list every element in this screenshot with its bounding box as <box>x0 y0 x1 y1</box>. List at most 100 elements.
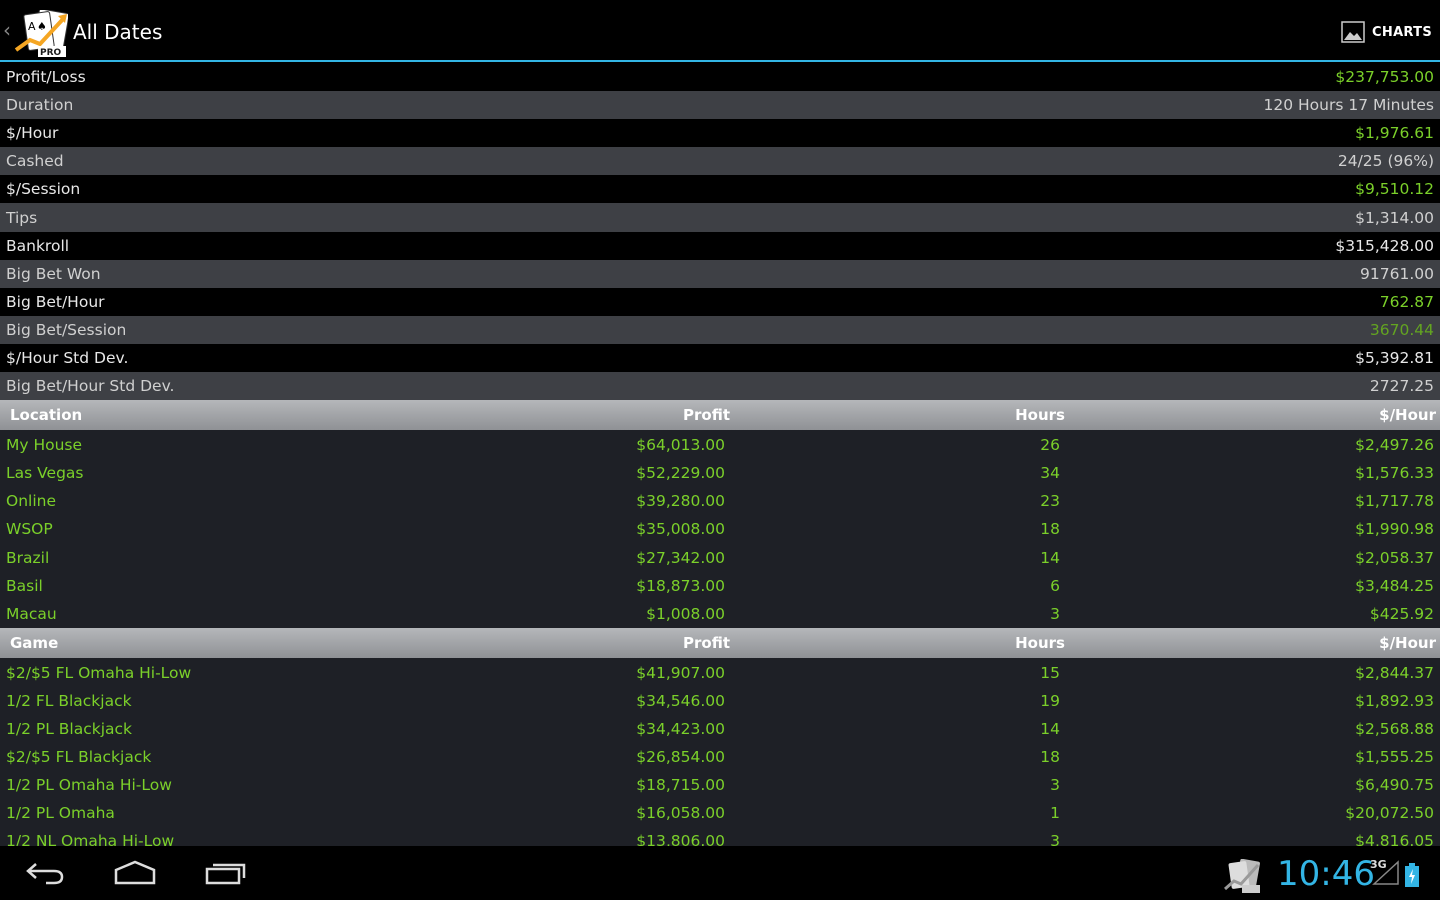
table-row[interactable]: $2/$5 FL Blackjack $26,854.00 18 $1,555.25 <box>0 743 1440 771</box>
app-logo-icon[interactable]: A ♠ PRO <box>14 10 68 58</box>
game-hours: 18 <box>1040 748 1060 767</box>
game-dollar-hour: $2,568.88 <box>1355 720 1434 739</box>
game-name: 1/2 NL Omaha Hi-Low <box>6 832 175 846</box>
location-hours: 18 <box>1040 520 1060 539</box>
stat-row-hour-std-dev: $/Hour Std Dev. $5,392.81 <box>0 343 1440 373</box>
column-header-profit[interactable]: Profit <box>600 406 730 424</box>
app-notification-icon[interactable] <box>1224 859 1262 893</box>
table-row[interactable]: Basil $18,873.00 6 $3,484.25 <box>0 572 1440 600</box>
location-name: Brazil <box>6 548 50 567</box>
up-chevron-icon[interactable]: ‹ <box>3 20 11 40</box>
column-header-location[interactable]: Location <box>0 406 600 424</box>
table-row[interactable]: 1/2 PL Omaha Hi-Low $18,715.00 3 $6,490.75 <box>0 771 1440 799</box>
table-row[interactable]: Online $39,280.00 23 $1,717.78 <box>0 487 1440 515</box>
location-dollar-hour: $1,717.78 <box>1355 492 1434 511</box>
stat-row-profit-loss: Profit/Loss $237,753.00 <box>0 63 1440 92</box>
stat-row-duration: Duration 120 Hours 17 Minutes <box>0 91 1440 120</box>
table-row[interactable]: Las Vegas $52,229.00 34 $1,576.33 <box>0 459 1440 487</box>
table-row[interactable]: Brazil $27,342.00 14 $2,058.37 <box>0 544 1440 572</box>
game-profit: $34,546.00 <box>636 691 725 710</box>
report-content[interactable]: Profit/Loss $237,753.00 Duration 120 Hours… <box>0 63 1440 846</box>
image-icon <box>1341 21 1365 43</box>
back-button[interactable] <box>10 856 80 890</box>
system-navigation-bar: 10:46 3G <box>0 846 1440 900</box>
location-dollar-hour: $2,497.26 <box>1355 436 1434 455</box>
column-header-hours[interactable]: Hours <box>730 634 1065 652</box>
logo-badge: PRO <box>40 48 62 58</box>
stat-label: Tips <box>6 208 38 227</box>
game-name: 1/2 PL Blackjack <box>6 720 133 739</box>
table-row[interactable]: 1/2 PL Omaha $16,058.00 1 $20,072.50 <box>0 799 1440 827</box>
location-name: Online <box>6 492 56 511</box>
stat-label: $/Session <box>6 180 81 199</box>
game-profit: $16,058.00 <box>636 804 725 823</box>
column-header-dollar-hour[interactable]: $/Hour <box>1065 634 1440 652</box>
game-dollar-hour: $1,892.93 <box>1355 691 1434 710</box>
game-hours: 3 <box>1050 832 1060 846</box>
location-profit: $39,280.00 <box>636 492 725 511</box>
stat-row-big-bet-hour: Big Bet/Hour 762.87 <box>0 287 1440 316</box>
stat-label: Big Bet/Hour Std Dev. <box>6 377 175 396</box>
stat-label: Duration <box>6 96 74 115</box>
column-header-hours[interactable]: Hours <box>730 406 1065 424</box>
stat-value: 3670.44 <box>1369 320 1434 339</box>
table-row[interactable]: 1/2 PL Blackjack $34,423.00 14 $2,568.88 <box>0 715 1440 743</box>
stat-value: 24/25 (96%) <box>1337 152 1434 171</box>
status-clock: 10:46 <box>1277 854 1375 894</box>
game-hours: 14 <box>1040 720 1060 739</box>
charts-button[interactable]: CHARTS <box>1341 18 1432 46</box>
location-dollar-hour: $3,484.25 <box>1355 576 1434 595</box>
battery-charging-icon <box>1405 863 1419 887</box>
column-header-game[interactable]: Game <box>0 634 600 652</box>
location-name: Basil <box>6 576 43 595</box>
location-table-header: Location Profit Hours $/Hour <box>0 400 1440 431</box>
stat-value: $1,314.00 <box>1355 208 1434 227</box>
stat-label: Big Bet Won <box>6 264 101 283</box>
location-hours: 26 <box>1040 436 1060 455</box>
stat-row-bankroll: Bankroll $315,428.00 <box>0 231 1440 260</box>
location-profit: $35,008.00 <box>636 520 725 539</box>
stat-row-big-bet-hour-std-dev: Big Bet/Hour Std Dev. 2727.25 <box>0 372 1440 401</box>
stat-label: $/Hour Std Dev. <box>6 348 129 367</box>
column-header-dollar-hour[interactable]: $/Hour <box>1065 406 1440 424</box>
back-arrow-icon <box>26 863 64 885</box>
table-row[interactable]: Macau $1,008.00 3 $425.92 <box>0 600 1440 628</box>
stat-value: $315,428.00 <box>1335 236 1434 255</box>
game-name: $2/$5 FL Omaha Hi-Low <box>6 663 192 682</box>
stat-value: $9,510.12 <box>1355 180 1434 199</box>
game-hours: 3 <box>1050 776 1060 795</box>
recent-apps-button[interactable] <box>191 856 261 890</box>
home-button[interactable] <box>100 856 170 890</box>
game-dollar-hour: $4,816.05 <box>1355 832 1434 846</box>
game-name: 1/2 PL Omaha <box>6 804 115 823</box>
table-row[interactable]: My House $64,013.00 26 $2,497.26 <box>0 431 1440 459</box>
location-profit: $1,008.00 <box>646 604 725 623</box>
game-profit: $34,423.00 <box>636 720 725 739</box>
stat-row-big-bet-session: Big Bet/Session 3670.44 <box>0 315 1440 344</box>
location-profit: $18,873.00 <box>636 576 725 595</box>
table-row[interactable]: 1/2 FL Blackjack $34,546.00 19 $1,892.93 <box>0 687 1440 715</box>
stat-value: $5,392.81 <box>1355 348 1434 367</box>
stat-value: $237,753.00 <box>1335 68 1434 87</box>
table-row[interactable]: 1/2 NL Omaha Hi-Low $13,806.00 3 $4,816.05 <box>0 827 1440 846</box>
recent-apps-icon <box>205 863 246 885</box>
column-header-profit[interactable]: Profit <box>600 634 730 652</box>
game-hours: 19 <box>1040 691 1060 710</box>
game-profit: $41,907.00 <box>636 663 725 682</box>
game-hours: 15 <box>1040 663 1060 682</box>
stat-label: Bankroll <box>6 236 70 255</box>
location-dollar-hour: $1,576.33 <box>1355 464 1434 483</box>
home-icon <box>114 860 156 885</box>
table-row[interactable]: $2/$5 FL Omaha Hi-Low $41,907.00 15 $2,844.… <box>0 659 1440 687</box>
stat-label: Profit/Loss <box>6 68 86 87</box>
table-row[interactable]: WSOP $35,008.00 18 $1,990.98 <box>0 515 1440 543</box>
location-hours: 34 <box>1040 464 1060 483</box>
game-profit: $13,806.00 <box>636 832 725 846</box>
stat-label: Cashed <box>6 152 64 171</box>
game-table: $2/$5 FL Omaha Hi-Low $41,907.00 15 $2,844.… <box>0 657 1440 846</box>
stat-row-big-bet-won: Big Bet Won 91761.00 <box>0 259 1440 288</box>
stat-row-dollar-session: $/Session $9,510.12 <box>0 175 1440 204</box>
location-name: Macau <box>6 604 57 623</box>
stat-label: Big Bet/Session <box>6 320 127 339</box>
game-profit: $26,854.00 <box>636 748 725 767</box>
